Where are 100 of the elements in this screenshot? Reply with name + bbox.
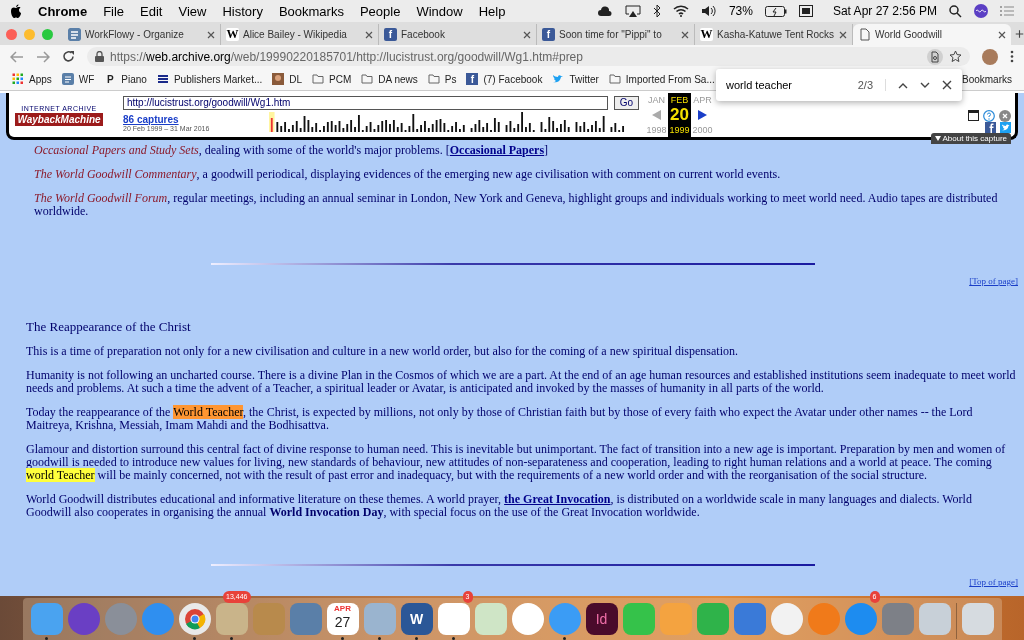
address-bar[interactable]: https://web.archive.org/web/19990220185701/http://lucistrust.org/goodwill/Wg1.htm#prep — [87, 47, 970, 66]
section-heading: The Reappearance of the Christ — [26, 320, 192, 333]
wayback-logo[interactable]: WaybackMachine — [15, 112, 103, 126]
close-tab-icon[interactable] — [839, 30, 847, 39]
link[interactable]: the Great Invocation — [504, 492, 611, 506]
facebook-icon[interactable] — [985, 122, 996, 133]
wifi-icon[interactable] — [672, 5, 689, 17]
battery-percentage: 73% — [728, 4, 753, 18]
top-of-page-link[interactable]: [Top of page] — [969, 576, 1018, 589]
word-app-icon[interactable]: W — [400, 602, 433, 635]
paragraph: Glamour and distortion surround this central fact of divine response to human need. This is inevitable but unimportant. The fact of transition into a new age is important. Preparation by men and women of goodwill is needed to introduce new values for living, new standards of behaviour, new attitudes of non-separateness and cooperation, leading to right human relations and a world at peace. The coming world Teacher will be mainly concerned, not with the result of past error and inadequacy, but with the requirements of a new world order and with the reorganisation of the social structure. — [26, 443, 1007, 482]
calendar-icon[interactable] — [798, 5, 813, 17]
apple-logo-icon[interactable] — [10, 4, 22, 18]
airplay-icon[interactable] — [624, 5, 641, 17]
battery-icon[interactable] — [764, 5, 787, 17]
list-favicon-icon — [68, 28, 81, 41]
close-window-button[interactable] — [6, 29, 17, 40]
apps-grid-icon — [12, 73, 24, 85]
folder-icon — [427, 73, 440, 85]
bookmark[interactable]: DA news — [361, 73, 418, 85]
previous-arrow-icon[interactable] — [652, 110, 661, 120]
bookmark[interactable]: f (7) Facebook — [466, 73, 543, 85]
bookmark[interactable]: Imported From Sa... — [608, 73, 715, 85]
close-tab-icon[interactable] — [207, 30, 215, 39]
folder-icon — [312, 73, 325, 85]
menu-item[interactable]: File — [103, 3, 125, 19]
captures-link[interactable]: 86 captures — [123, 114, 263, 125]
search-match-highlight: World Teacher — [173, 405, 243, 419]
list-favicon-icon — [61, 73, 74, 85]
close-tab-icon[interactable] — [365, 30, 373, 39]
paragraph: The World Goodwill Forum, regular meetings, including an annual seminar in London, New York and Geneva, highlight groups and individuals working to meet world need. Audio tapes are distributed worldwide. — [34, 192, 999, 218]
previous-match-icon[interactable] — [898, 81, 908, 89]
facebook-favicon: f — [466, 73, 479, 85]
folder-icon — [608, 73, 621, 85]
menu-item[interactable]: Help — [478, 3, 506, 19]
bookmark[interactable]: P Piano — [104, 73, 147, 85]
siri-icon[interactable] — [974, 4, 988, 18]
about-capture-button[interactable]: About this capture — [930, 133, 1011, 144]
menu-item[interactable]: Bookmarks — [278, 3, 344, 19]
paragraph: Today the reappearance of the World Teacher, the Christ, is expected by millions, not only by those of Christian faith but by those of every faith who expect the Avatar under other names -- the Lord Maitreya, Krishna, Messiah, Imam Mahdi and the Bodhisattva. — [26, 406, 974, 432]
search-icon[interactable] — [949, 4, 962, 18]
speaker-icon[interactable] — [700, 5, 717, 17]
forward-icon[interactable] — [36, 50, 50, 63]
bird-icon — [552, 73, 565, 85]
star-icon[interactable] — [949, 50, 962, 63]
wikipedia-favicon: W — [226, 28, 239, 41]
menu-bar-clock[interactable]: Sat Apr 27 2:56 PM — [832, 4, 937, 18]
bookmark[interactable]: Apps — [12, 73, 52, 85]
find-field[interactable]: world teacher — [726, 79, 846, 91]
wayback-url-field[interactable]: http://lucistrust.org/goodwill/Wg1.htm — [123, 96, 608, 110]
top-of-page-link[interactable]: [Top of page] — [969, 275, 1018, 288]
facebook-favicon: f — [542, 28, 555, 41]
bookmark[interactable]: Bookmarks — [962, 73, 1012, 85]
calendar-app-icon[interactable]: APR 27 — [326, 602, 359, 635]
browser-tab[interactable]: World Goodwill — [853, 24, 1011, 45]
bookmark[interactable]: Publishers Market... — [156, 73, 263, 85]
wikipedia-favicon: W — [700, 28, 713, 41]
help-icon[interactable] — [983, 110, 995, 122]
bookmark[interactable]: WF — [61, 73, 95, 85]
lock-icon — [95, 51, 104, 62]
menu-icon[interactable] — [1000, 5, 1014, 17]
go-button[interactable]: Go — [613, 96, 639, 110]
bookmark[interactable]: DL — [272, 73, 303, 85]
menu-item[interactable]: Edit — [140, 3, 163, 19]
bird-icon[interactable] — [1000, 122, 1011, 133]
calendar-column[interactable]: FEB 20 1999 — [668, 93, 691, 137]
letter-favicon: P — [106, 73, 115, 85]
folder-icon — [361, 73, 374, 85]
reload-icon[interactable] — [62, 50, 75, 63]
menu-item[interactable]: History — [222, 3, 263, 19]
bluetooth-icon[interactable] — [652, 5, 661, 17]
back-icon[interactable] — [10, 50, 24, 63]
menu-item[interactable]: Chrome — [38, 3, 88, 19]
facebook-favicon: f — [384, 28, 397, 41]
bookmark[interactable]: PCM — [312, 73, 352, 85]
caret-icon — [934, 136, 941, 141]
paragraph: This is a time of preparation not only for a new civilisation and culture in a new world order, but also for the coming of a new spiritual dispensation. — [26, 345, 739, 358]
menu-item[interactable]: View — [178, 3, 207, 19]
page-search-icon[interactable] — [927, 48, 943, 65]
window-icon[interactable] — [968, 110, 979, 121]
bookmark[interactable]: Ps — [427, 73, 457, 85]
menu-item[interactable]: Window — [416, 3, 463, 19]
menu-item[interactable]: People — [359, 3, 401, 19]
close-icon[interactable] — [942, 80, 952, 90]
photo-favicon-icon — [272, 73, 285, 85]
profile-avatar[interactable] — [982, 48, 998, 65]
indesign-app-icon[interactable]: Id — [585, 602, 618, 635]
cloud-icon[interactable] — [596, 5, 613, 17]
next-arrow-icon[interactable] — [698, 110, 707, 120]
close-tab-icon[interactable] — [681, 30, 689, 39]
next-match-icon[interactable] — [920, 81, 930, 89]
bookmark[interactable]: Twitter — [552, 73, 599, 85]
paragraph: World Goodwill distributes educational and informative literature on these themes. A world prayer, the Great Invocation, is distributed on a worldwide scale in many languages and dialects. World Goodwill also cooperates in organising the annual World Invocation Day, with special focus on the use of the Great Invocation worldwide. — [26, 493, 973, 519]
new-tab-icon[interactable] — [1015, 28, 1024, 40]
more-menu-icon[interactable] — [1010, 50, 1014, 63]
close-tab-icon[interactable] — [523, 30, 531, 39]
paragraph: Occasional Papers and Study Sets, dealing with some of the world's major problems. [Occasional Papers] — [34, 144, 550, 157]
chrome-app-icon[interactable] — [178, 602, 211, 635]
close-tab-icon[interactable] — [998, 30, 1006, 39]
paragraph: The World Goodwill Commentary, a goodwill periodical, displaying evidences of the emerging new age civilisation with comment on current world events. — [34, 168, 782, 181]
